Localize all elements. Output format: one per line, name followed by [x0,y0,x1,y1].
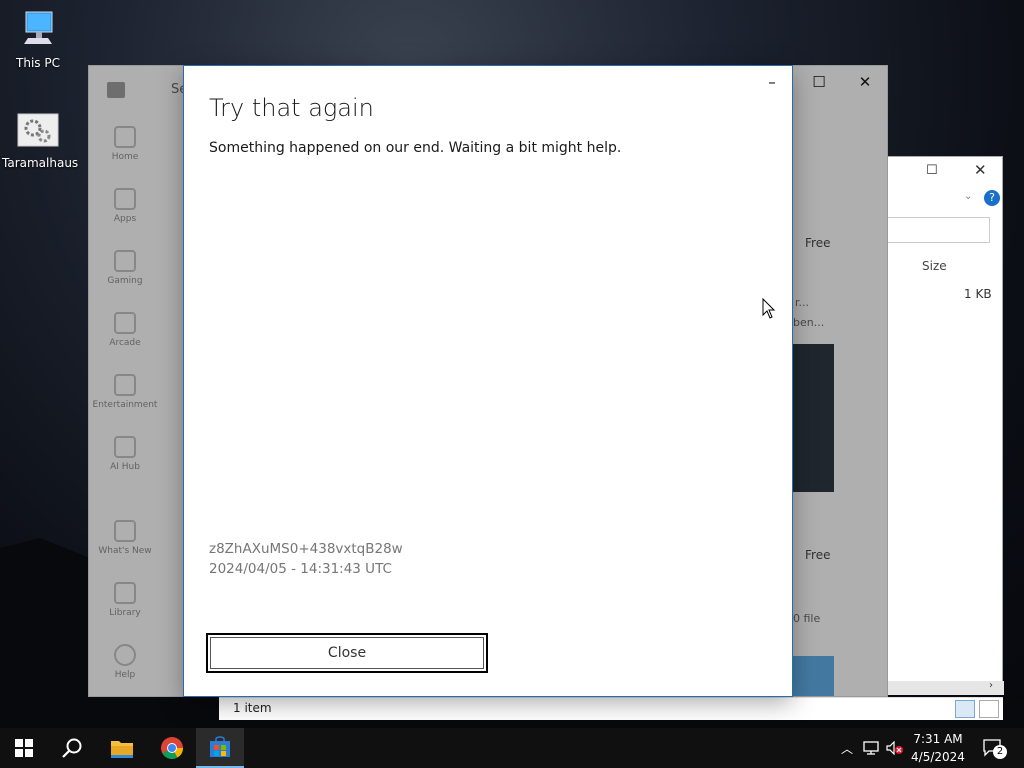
taskbar: ︿ 7:31 AM 4/5/2024 2 [0,728,1024,768]
search-button[interactable] [48,728,96,768]
computer-icon [16,8,60,52]
maximize-button[interactable]: ☐ [799,66,839,98]
chevron-down-icon[interactable]: ⌄ [964,191,972,202]
network-icon [863,741,879,755]
taskbar-chrome[interactable] [148,728,196,768]
desktop-icon-label: This PC [16,56,60,70]
thumbnails-view-icon[interactable] [979,700,999,718]
taskbar-microsoft-store[interactable] [196,728,244,768]
scroll-right-icon[interactable]: › [989,680,993,691]
clock-time: 7:31 AM [913,732,963,746]
volume-button[interactable] [884,728,906,768]
error-details: z8ZhAXuMS0+438vxtqB28w 2024/04/05 - 14:3… [209,539,403,579]
help-icon[interactable]: ? [984,190,1000,206]
error-code: z8ZhAXuMS0+438vxtqB28w [209,541,403,557]
settings-gears-icon [16,108,60,152]
taskbar-clock[interactable]: 7:31 AM 4/5/2024 [906,730,970,766]
maximize-icon[interactable]: ☐ [926,163,938,178]
close-icon[interactable]: ✕ [974,161,987,179]
horizontal-scrollbar[interactable] [886,681,1004,695]
minimize-button[interactable]: – [752,66,792,98]
dialog-title: Try that again [209,94,374,122]
mouse-cursor-icon [762,298,776,319]
search-icon [62,738,82,758]
desktop: This PC Taramalhaus ☐ ✕ ⌄ ? Size 1 KB Ho… [0,0,1024,728]
chevron-up-icon: ︿ [840,741,853,756]
network-button[interactable] [860,728,882,768]
desktop-icon-taramalhaus[interactable]: Taramalhaus [2,108,78,170]
taskbar-file-explorer[interactable] [98,728,146,768]
close-button[interactable]: Close [206,633,488,673]
error-timestamp: 2024/04/05 - 14:31:43 UTC [209,561,392,577]
action-center-button[interactable]: 2 [978,728,1008,768]
window-close-button[interactable]: ✕ [845,66,885,98]
status-item-count: 1 item [233,701,272,715]
file-size: 1 KB [964,287,992,301]
error-dialog: – Try that again Something happened on o… [184,66,792,696]
dialog-message: Something happened on our end. Waiting a… [209,140,622,156]
volume-muted-icon [886,741,903,755]
notification-count-badge: 2 [993,745,1007,759]
start-button[interactable] [0,728,48,768]
details-view-icon[interactable] [955,700,975,718]
clock-date: 4/5/2024 [911,750,965,764]
desktop-icon-label: Taramalhaus [2,156,79,170]
search-input[interactable] [886,217,990,243]
chrome-icon [161,737,183,759]
explorer-status-bar: 1 item [219,697,1003,720]
windows-logo-icon [15,739,33,757]
file-explorer-window: ☐ ✕ ⌄ ? Size 1 KB [885,156,1004,695]
show-hidden-icons-button[interactable]: ︿ [838,728,856,768]
folder-icon [111,741,133,758]
close-button-label: Close [210,637,484,669]
store-bag-icon [210,736,230,757]
column-header-size[interactable]: Size [922,259,947,273]
desktop-icon-this-pc[interactable]: This PC [2,8,74,70]
